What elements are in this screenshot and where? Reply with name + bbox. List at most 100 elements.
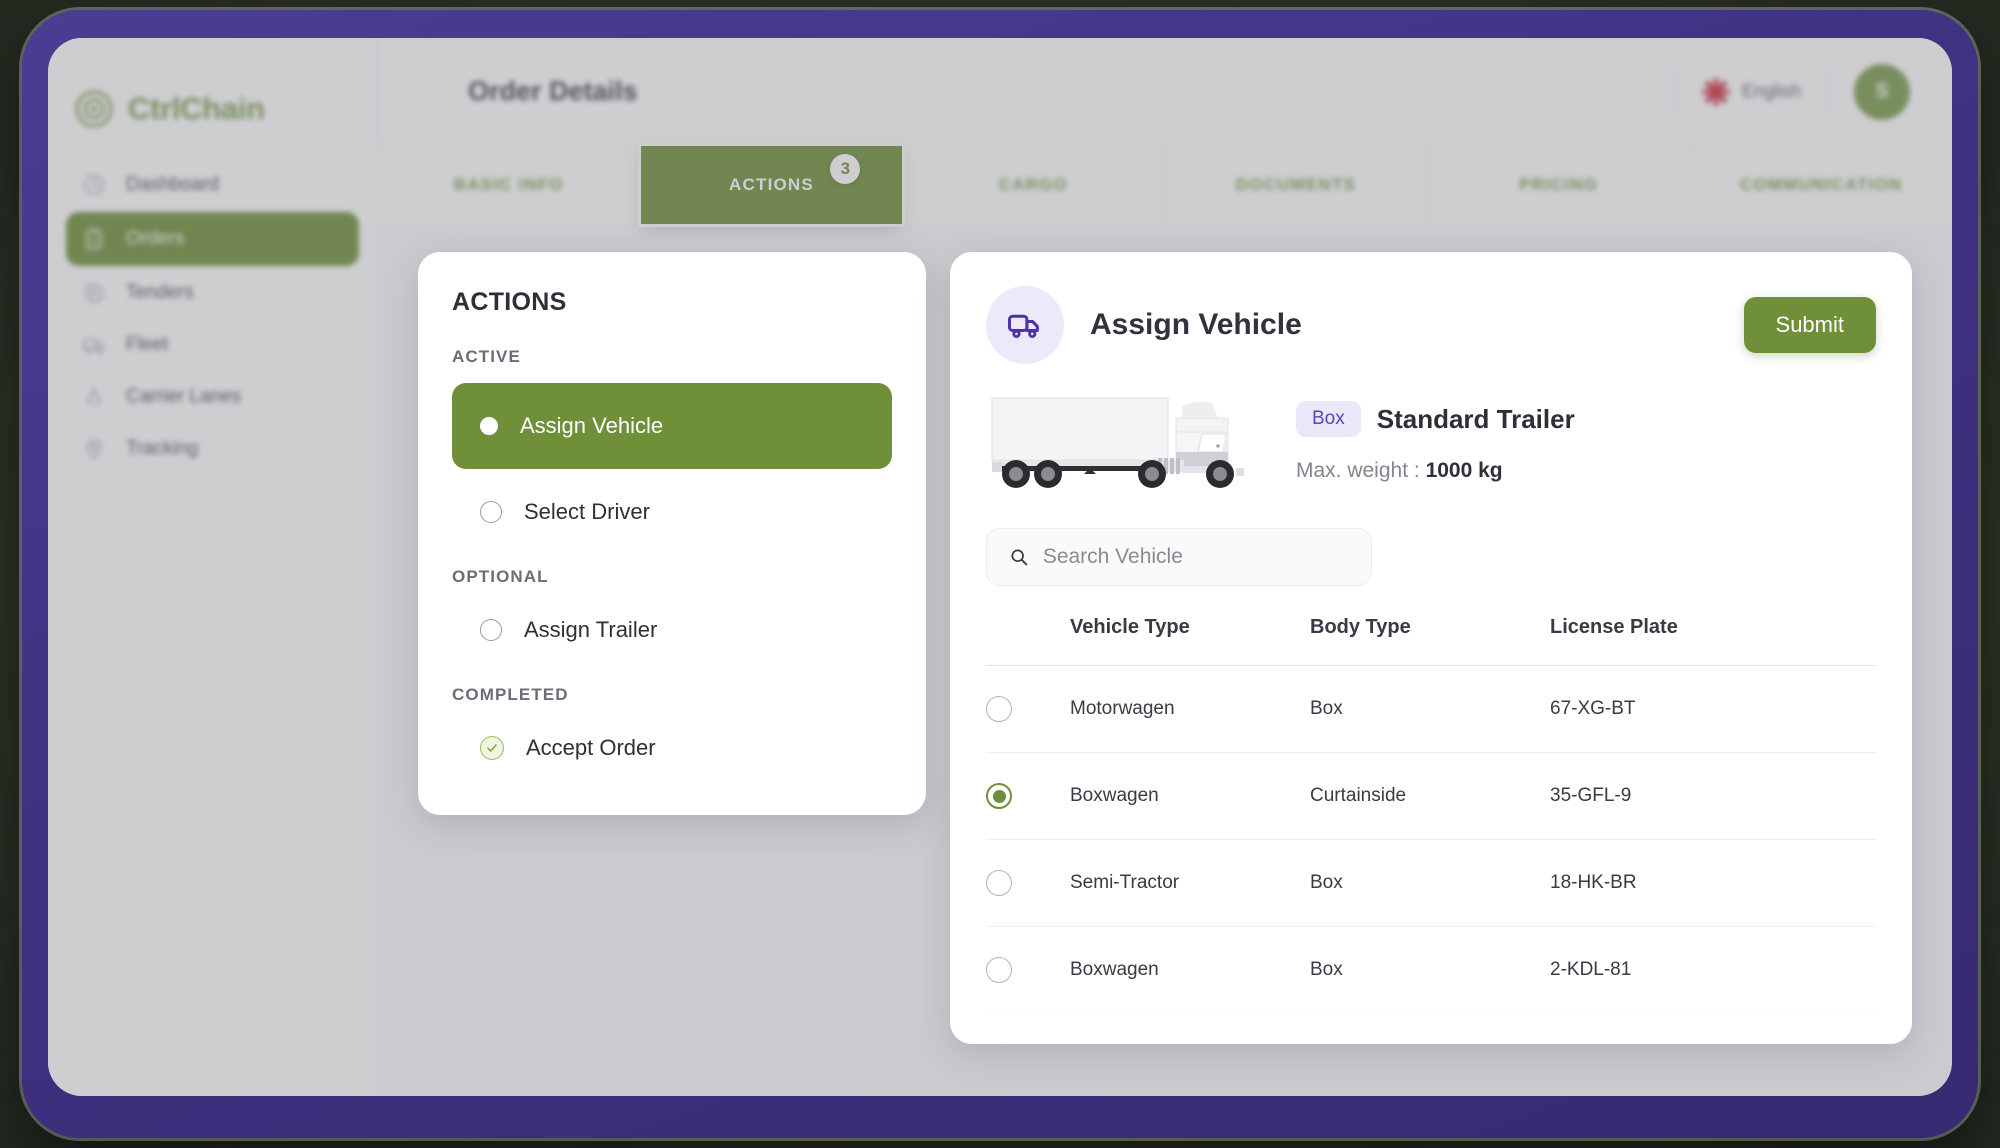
route-icon bbox=[82, 385, 106, 409]
cell-vehicle-type: Boxwagen bbox=[1070, 927, 1310, 1014]
cell-vehicle-type: Motorwagen bbox=[1070, 666, 1310, 753]
sidebar-item-dashboard[interactable]: Dashboard bbox=[66, 160, 359, 210]
column-header-select bbox=[986, 616, 1070, 666]
sidebar-item-fleet[interactable]: Fleet bbox=[66, 320, 359, 370]
header-divider bbox=[1827, 70, 1828, 114]
search-vehicle-field[interactable] bbox=[986, 528, 1372, 586]
header-divider bbox=[1675, 70, 1676, 114]
max-weight-label: Max. weight : bbox=[1296, 459, 1420, 482]
tab-label: BASIC INFO bbox=[454, 175, 564, 195]
action-item-select-driver[interactable]: Select Driver bbox=[452, 487, 892, 537]
trailer-meta: Box Standard Trailer Max. weight : 1000 … bbox=[1296, 401, 1575, 483]
action-item-label: Select Driver bbox=[524, 499, 650, 525]
radio-selected-icon[interactable] bbox=[986, 783, 1012, 809]
tab-label: COMMUNICATION bbox=[1740, 175, 1903, 195]
cell-license-plate: 2-KDL-81 bbox=[1550, 927, 1876, 1014]
language-selector[interactable]: English bbox=[1702, 78, 1801, 106]
search-input[interactable] bbox=[1043, 545, 1349, 569]
tab-pricing[interactable]: PRICING bbox=[1428, 146, 1691, 224]
table-header-row: Vehicle Type Body Type License Plate bbox=[986, 616, 1876, 666]
action-item-label: Accept Order bbox=[526, 735, 656, 761]
action-item-accept-order[interactable]: Accept Order bbox=[452, 723, 892, 773]
truck-icon bbox=[1006, 306, 1044, 344]
cell-body-type: Box bbox=[1310, 666, 1550, 753]
tab-label: CARGO bbox=[999, 175, 1068, 195]
dashboard-icon bbox=[82, 173, 106, 197]
sidebar-item-label: Carrier Lanes bbox=[126, 386, 241, 408]
tender-icon bbox=[82, 281, 106, 305]
sidebar: CtrlChain Dashboard bbox=[48, 38, 378, 1096]
sidebar-item-tracking[interactable]: Tracking bbox=[66, 424, 359, 474]
table-row[interactable]: Boxwagen Box 2-KDL-81 bbox=[986, 927, 1876, 1014]
actions-panel: ACTIONS ACTIVE Assign Vehicle Select Dri… bbox=[418, 252, 926, 815]
sidebar-item-tenders[interactable]: Tenders bbox=[66, 268, 359, 318]
row-select-cell[interactable] bbox=[986, 840, 1070, 927]
sidebar-item-orders[interactable]: Orders bbox=[66, 212, 359, 266]
sidebar-item-label: Tracking bbox=[126, 438, 198, 460]
row-select-cell[interactable] bbox=[986, 927, 1070, 1014]
radio-unselected-icon bbox=[480, 501, 502, 523]
actions-panel-title: ACTIONS bbox=[452, 288, 892, 317]
brand[interactable]: CtrlChain bbox=[48, 38, 377, 146]
truck-trailer-illustration bbox=[986, 390, 1268, 494]
trailer-summary: Box Standard Trailer Max. weight : 1000 … bbox=[986, 390, 1876, 494]
check-circle-icon bbox=[480, 736, 504, 760]
page-title: Order Details bbox=[468, 76, 638, 107]
radio-unselected-icon[interactable] bbox=[986, 957, 1012, 983]
header-right: English S bbox=[1649, 64, 1952, 120]
actions-group-label-completed: COMPLETED bbox=[452, 685, 892, 705]
tab-badge-count: 3 bbox=[830, 154, 860, 184]
action-item-assign-vehicle[interactable]: Assign Vehicle bbox=[452, 383, 892, 469]
screenshot-root: CtrlChain Dashboard bbox=[0, 0, 2000, 1148]
sidebar-item-carrier-lanes[interactable]: Carrier Lanes bbox=[66, 372, 359, 422]
sidebar-item-label: Orders bbox=[126, 228, 184, 250]
tab-label: ACTIONS bbox=[729, 175, 814, 195]
app-screen: CtrlChain Dashboard bbox=[48, 38, 1952, 1096]
table-row[interactable]: Boxwagen Curtainside 35-GFL-9 bbox=[986, 753, 1876, 840]
truck-icon-badge bbox=[986, 286, 1064, 364]
radio-unselected-icon[interactable] bbox=[986, 696, 1012, 722]
tab-basic-info[interactable]: BASIC INFO bbox=[378, 146, 641, 224]
row-select-cell[interactable] bbox=[986, 753, 1070, 840]
brand-name: CtrlChain bbox=[128, 91, 265, 127]
radio-unselected-icon bbox=[480, 619, 502, 641]
submit-button[interactable]: Submit bbox=[1744, 297, 1876, 353]
target-icon bbox=[74, 89, 114, 129]
avatar-initial: S bbox=[1875, 80, 1888, 103]
tab-cargo[interactable]: CARGO bbox=[902, 146, 1165, 224]
actions-group-label-optional: OPTIONAL bbox=[452, 567, 892, 587]
cell-license-plate: 18-HK-BR bbox=[1550, 840, 1876, 927]
trailer-name: Standard Trailer bbox=[1377, 404, 1575, 435]
actions-group-label-active: ACTIVE bbox=[452, 347, 892, 367]
table-row[interactable]: Semi-Tractor Box 18-HK-BR bbox=[986, 840, 1876, 927]
cell-body-type: Box bbox=[1310, 927, 1550, 1014]
tab-documents[interactable]: DOCUMENTS bbox=[1165, 146, 1428, 224]
truck-icon bbox=[82, 333, 106, 357]
tab-label: PRICING bbox=[1519, 175, 1598, 195]
flag-icon bbox=[1702, 78, 1730, 106]
device-frame: CtrlChain Dashboard bbox=[22, 10, 1978, 1138]
cell-vehicle-type: Boxwagen bbox=[1070, 753, 1310, 840]
column-header-vehicle-type: Vehicle Type bbox=[1070, 616, 1310, 666]
table-row[interactable]: Motorwagen Box 67-XG-BT bbox=[986, 666, 1876, 753]
search-icon bbox=[1009, 546, 1029, 568]
assign-vehicle-title: Assign Vehicle bbox=[1090, 308, 1302, 342]
language-label: English bbox=[1742, 81, 1801, 102]
cell-license-plate: 67-XG-BT bbox=[1550, 666, 1876, 753]
avatar[interactable]: S bbox=[1854, 64, 1910, 120]
pin-icon bbox=[82, 437, 106, 461]
cell-body-type: Curtainside bbox=[1310, 753, 1550, 840]
cell-body-type: Box bbox=[1310, 840, 1550, 927]
tab-communication[interactable]: COMMUNICATION bbox=[1690, 146, 1952, 224]
tab-actions[interactable]: ACTIONS 3 bbox=[641, 146, 903, 224]
max-weight-value: 1000 kg bbox=[1426, 459, 1503, 482]
app-header: Order Details English S bbox=[378, 38, 1952, 146]
row-select-cell[interactable] bbox=[986, 666, 1070, 753]
column-header-license-plate: License Plate bbox=[1550, 616, 1876, 666]
action-item-label: Assign Trailer bbox=[524, 617, 657, 643]
content-area: ACTIONS ACTIVE Assign Vehicle Select Dri… bbox=[378, 224, 1952, 1096]
tab-label: DOCUMENTS bbox=[1236, 175, 1356, 195]
radio-unselected-icon[interactable] bbox=[986, 870, 1012, 896]
action-item-assign-trailer[interactable]: Assign Trailer bbox=[452, 605, 892, 655]
vehicle-table: Vehicle Type Body Type License Plate Mot… bbox=[986, 616, 1876, 1014]
